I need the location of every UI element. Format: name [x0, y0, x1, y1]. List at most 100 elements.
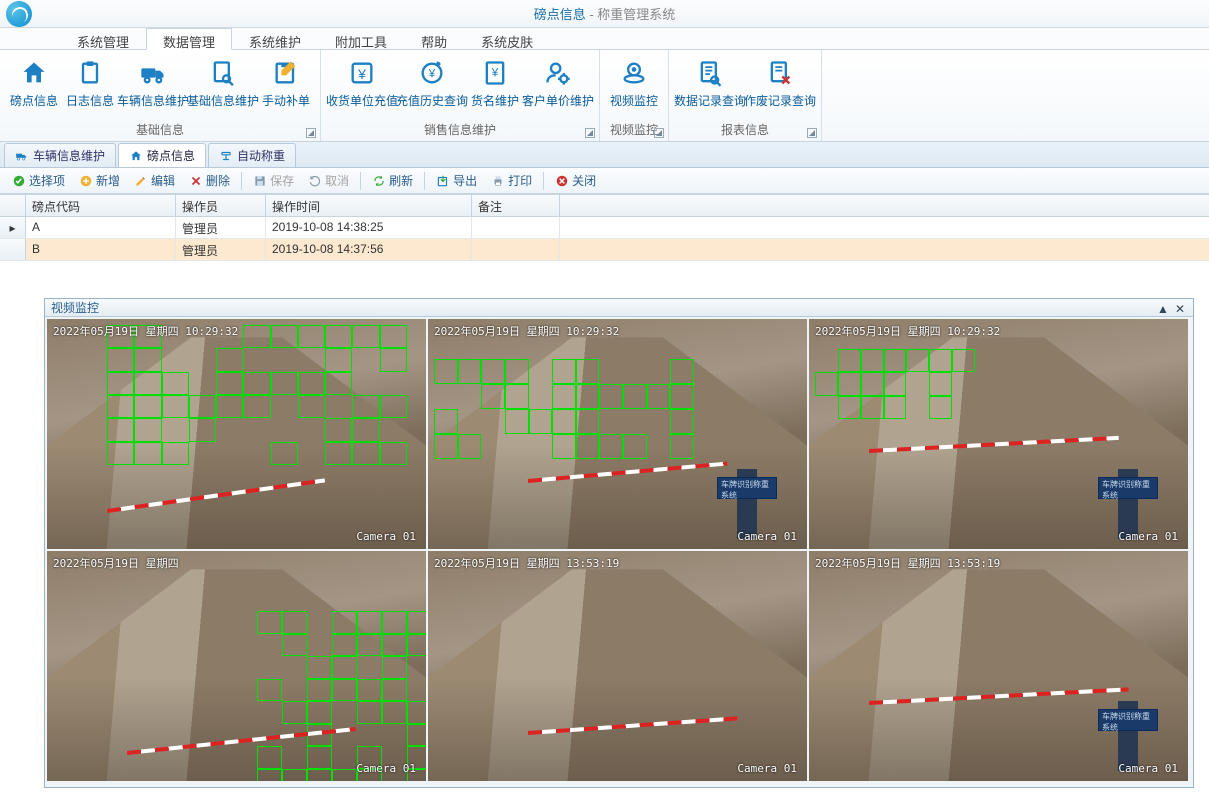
- menu-3[interactable]: 附加工具: [318, 28, 404, 49]
- toolbar-separator: [360, 172, 361, 190]
- svg-text:¥: ¥: [428, 68, 436, 81]
- user-gear-icon: [543, 58, 573, 88]
- ribbon-label: 车辆信息维护: [117, 92, 189, 109]
- ribbon-label: 充值历史查询: [396, 92, 468, 109]
- col-time[interactable]: 操作时间: [266, 195, 472, 216]
- doc-tab-0[interactable]: 车辆信息维护: [4, 143, 116, 167]
- toolbar-plus-button[interactable]: 新增: [73, 170, 126, 191]
- table-row[interactable]: ▸A管理员2019-10-08 14:38:25: [0, 217, 1209, 239]
- doc-tab-1[interactable]: 磅点信息: [118, 143, 206, 167]
- col-code[interactable]: 磅点代码: [26, 195, 176, 216]
- toolbar-export-button[interactable]: 导出: [430, 170, 483, 191]
- menu-4[interactable]: 帮助: [404, 28, 464, 49]
- doc-yen-icon: ¥: [480, 58, 510, 88]
- pin-icon[interactable]: ▲: [1157, 302, 1169, 314]
- doc-tab-2[interactable]: 自动称重: [208, 143, 296, 167]
- dialog-launcher-icon[interactable]: [654, 128, 664, 138]
- table-row[interactable]: B管理员2019-10-08 14:37:56: [0, 239, 1209, 261]
- clipboard-icon: [75, 58, 105, 88]
- toolbar-print-button[interactable]: 打印: [485, 170, 538, 191]
- yen-icon: ¥: [347, 58, 377, 88]
- toolbar-label: 打印: [508, 172, 532, 189]
- ribbon-btn-edit[interactable]: 手动补单: [258, 54, 314, 119]
- lpr-sign: 车牌识别称重系统: [1098, 709, 1158, 731]
- camera-label: Camera 01: [737, 530, 797, 543]
- camera-feed-3[interactable]: 车牌识别称重系统2022年05月19日 星期四 10:29:32Camera 0…: [809, 319, 1188, 549]
- close-icon[interactable]: ✕: [1175, 302, 1187, 314]
- toolbar-label: 编辑: [151, 172, 175, 189]
- row-indicator: ▸: [0, 217, 26, 238]
- ribbon-label: 视频监控: [610, 92, 658, 109]
- camera-feed-2[interactable]: 车牌识别称重系统2022年05月19日 星期四 10:29:32Camera 0…: [428, 319, 807, 549]
- toolbar-check-button[interactable]: 选择项: [6, 170, 71, 191]
- data-grid[interactable]: 磅点代码 操作员 操作时间 备注 ▸A管理员2019-10-08 14:38:2…: [0, 194, 1209, 261]
- ribbon: 磅点信息日志信息车辆信息维护基础信息维护手动补单基础信息¥收货单位充值¥充值历史…: [0, 50, 1209, 142]
- menu-0[interactable]: 系统管理: [60, 28, 146, 49]
- plus-icon: [79, 174, 93, 188]
- menu-5[interactable]: 系统皮肤: [464, 28, 550, 49]
- cell-note: [472, 239, 560, 260]
- doc-tab-label: 磅点信息: [147, 147, 195, 164]
- camera-feed-1[interactable]: 2022年05月19日 星期四 10:29:32Camera 01: [47, 319, 426, 549]
- motion-grid-icon: [257, 611, 426, 781]
- yen-refresh-icon: ¥: [417, 58, 447, 88]
- camera-feed-4[interactable]: 2022年05月19日 星期四Camera 01: [47, 551, 426, 781]
- ribbon-group-3: 数据记录查询作废记录查询报表信息: [669, 50, 822, 141]
- video-monitor-panel: 视频监控 ▲ ✕ 2022年05月19日 星期四 10:29:32Camera …: [44, 298, 1194, 788]
- col-note[interactable]: 备注: [472, 195, 560, 216]
- col-operator[interactable]: 操作员: [176, 195, 266, 216]
- home-s-icon: [129, 149, 143, 163]
- doc-search-icon: [208, 58, 238, 88]
- dialog-launcher-icon[interactable]: [306, 128, 316, 138]
- toolbar-separator: [424, 172, 425, 190]
- menu-1[interactable]: 数据管理: [146, 28, 232, 50]
- ribbon-label: 基础信息维护: [187, 92, 259, 109]
- camera-feed-5[interactable]: 2022年05月19日 星期四 13:53:19Camera 01: [428, 551, 807, 781]
- toolbar-label: 关闭: [572, 172, 596, 189]
- ribbon-label: 货名维护: [471, 92, 519, 109]
- menu-2[interactable]: 系统维护: [232, 28, 318, 49]
- camera-feed-6[interactable]: 车牌识别称重系统2022年05月19日 星期四 13:53:19Camera 0…: [809, 551, 1188, 781]
- ribbon-btn-report-x[interactable]: 作废记录查询: [745, 54, 815, 119]
- svg-text:¥: ¥: [357, 66, 366, 82]
- cell-note: [472, 217, 560, 238]
- toolbar-label: 选择项: [29, 172, 65, 189]
- toolbar-label: 导出: [453, 172, 477, 189]
- ribbon-btn-user-gear[interactable]: 客户单价维护: [523, 54, 593, 119]
- dialog-launcher-icon[interactable]: [807, 128, 817, 138]
- toolbar-label: 取消: [325, 172, 349, 189]
- toolbar-label: 删除: [206, 172, 230, 189]
- ribbon-btn-doc-search[interactable]: 基础信息维护: [188, 54, 258, 119]
- ribbon-label: 手动补单: [262, 92, 310, 109]
- title-sub: - 称重管理系统: [586, 7, 676, 22]
- toolbar-close-button[interactable]: 关闭: [549, 170, 602, 191]
- ribbon-btn-clipboard[interactable]: 日志信息: [62, 54, 118, 119]
- close-icon: [555, 174, 569, 188]
- ribbon-btn-truck[interactable]: 车辆信息维护: [118, 54, 188, 119]
- camera-label: Camera 01: [1118, 530, 1178, 543]
- ribbon-label: 数据记录查询: [674, 92, 746, 109]
- ribbon-btn-camera[interactable]: 视频监控: [606, 54, 662, 119]
- motion-grid-icon: [107, 325, 407, 465]
- grid-corner: [0, 195, 26, 216]
- ribbon-group-1: ¥收货单位充值¥充值历史查询¥货名维护客户单价维护销售信息维护: [321, 50, 600, 141]
- camera-grid: 2022年05月19日 星期四 10:29:32Camera 01车牌识别称重系…: [45, 317, 1193, 783]
- cell-code: B: [26, 239, 176, 260]
- refresh-icon: [372, 174, 386, 188]
- row-indicator: [0, 239, 26, 260]
- motion-grid-icon: [815, 349, 975, 419]
- ribbon-btn-doc-yen[interactable]: ¥ 货名维护: [467, 54, 523, 119]
- ribbon-btn-home[interactable]: 磅点信息: [6, 54, 62, 119]
- ribbon-btn-yen-refresh[interactable]: ¥ 充值历史查询: [397, 54, 467, 119]
- dialog-launcher-icon[interactable]: [585, 128, 595, 138]
- toolbar-refresh-button[interactable]: 刷新: [366, 170, 419, 191]
- ribbon-group-2: 视频监控视频监控: [600, 50, 669, 141]
- edit-icon: [271, 58, 301, 88]
- ribbon-btn-report-search[interactable]: 数据记录查询: [675, 54, 745, 119]
- toolbar: 选择项新增编辑删除保存取消刷新导出打印关闭: [0, 168, 1209, 194]
- ribbon-btn-yen[interactable]: ¥收货单位充值: [327, 54, 397, 119]
- toolbar-pencil-button[interactable]: 编辑: [128, 170, 181, 191]
- camera-timestamp: 2022年05月19日 星期四 13:53:19: [434, 555, 619, 571]
- toolbar-x-button[interactable]: 删除: [183, 170, 236, 191]
- ribbon-group-title: 视频监控: [600, 119, 668, 141]
